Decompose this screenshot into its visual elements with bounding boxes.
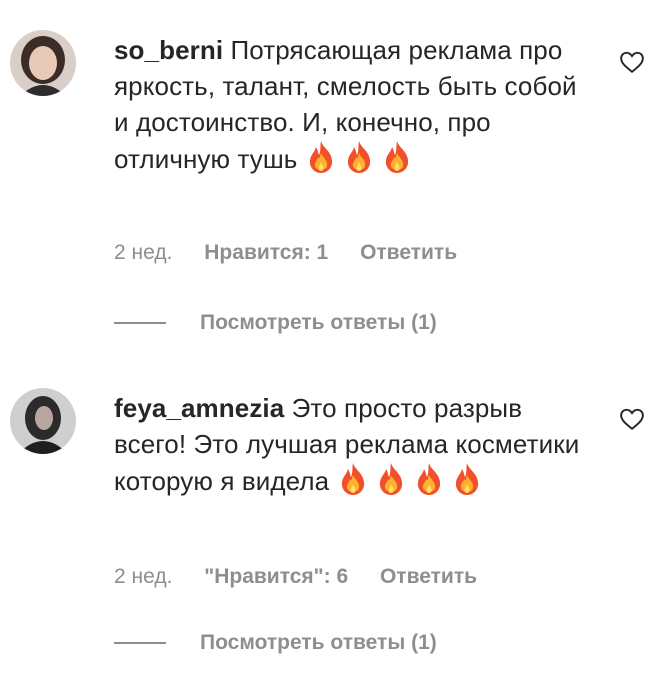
fire-emoji-icon: [455, 463, 478, 495]
timestamp[interactable]: 2 нед.: [114, 565, 172, 588]
emoji-group: [305, 141, 419, 174]
avatar-photo-icon: [10, 388, 76, 454]
likes-count[interactable]: Нравится: 1: [204, 241, 328, 264]
comment-text: feya_amnezia Это просто разрыв всего! Эт…: [114, 390, 584, 499]
username[interactable]: so_berni: [114, 35, 223, 65]
comment-meta: 2 нед. "Нравится": 6 Ответить: [114, 565, 503, 589]
reply-button[interactable]: Ответить: [380, 565, 477, 588]
divider-line: [114, 322, 166, 324]
fire-emoji-icon: [417, 463, 440, 495]
fire-emoji-icon: [341, 463, 364, 495]
view-replies-label: Посмотреть ответы (1): [200, 311, 437, 334]
likes-count[interactable]: "Нравится": 6: [204, 565, 348, 588]
timestamp[interactable]: 2 нед.: [114, 241, 172, 264]
heart-outline-icon[interactable]: [619, 50, 645, 74]
reply-button[interactable]: Ответить: [360, 241, 457, 264]
fire-emoji-icon: [379, 463, 402, 495]
comment-meta: 2 нед. Нравится: 1 Ответить: [114, 241, 483, 265]
username[interactable]: feya_amnezia: [114, 393, 284, 423]
divider-line: [114, 642, 166, 644]
fire-emoji-icon: [347, 141, 370, 173]
avatar[interactable]: [10, 388, 76, 454]
comment-text: so_berni Потрясающая реклама про яркость…: [114, 32, 584, 177]
heart-outline-icon[interactable]: [619, 407, 645, 431]
avatar-photo-icon: [10, 30, 76, 96]
emoji-group: [337, 463, 489, 496]
fire-emoji-icon: [385, 141, 408, 173]
view-replies-button[interactable]: Посмотреть ответы (1): [114, 311, 437, 335]
view-replies-label: Посмотреть ответы (1): [200, 631, 437, 654]
view-replies-button[interactable]: Посмотреть ответы (1): [114, 631, 437, 655]
fire-emoji-icon: [309, 141, 332, 173]
avatar[interactable]: [10, 30, 76, 96]
